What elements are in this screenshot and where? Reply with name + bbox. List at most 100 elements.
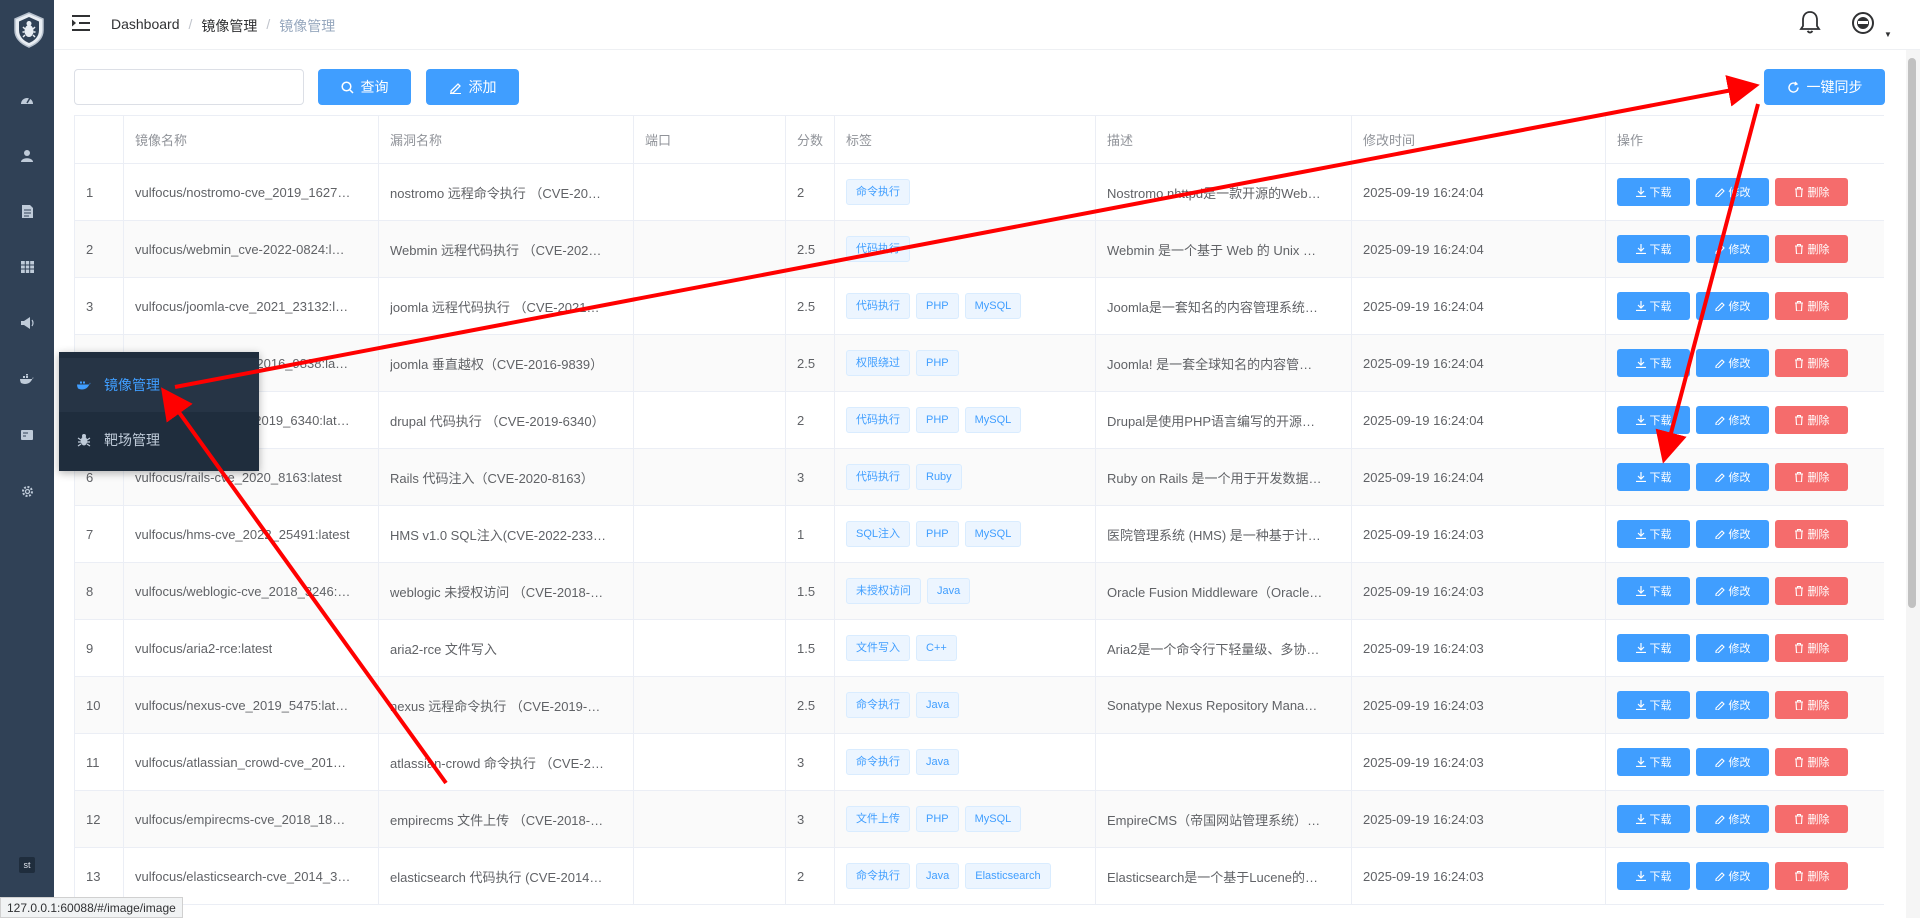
chevron-down-icon[interactable]: ▼ (1884, 30, 1892, 39)
delete-button[interactable]: 删除 (1775, 463, 1848, 491)
download-icon (1635, 586, 1646, 596)
sidebar-bottom-badge[interactable]: st (19, 857, 35, 873)
table-row[interactable]: 4vulfocus/joomla-cve_2016_9838:la…joomla… (74, 335, 1884, 392)
time-cell: 2025-09-19 16:24:03 (1351, 848, 1605, 904)
edit-button[interactable]: 修改 (1696, 748, 1769, 776)
user-icon[interactable] (17, 145, 37, 165)
delete-button[interactable]: 删除 (1775, 520, 1848, 548)
download-button[interactable]: 下载 (1617, 235, 1690, 263)
row-index: 12 (86, 811, 101, 827)
edit-button[interactable]: 修改 (1696, 292, 1769, 320)
bug-icon (77, 434, 91, 447)
delete-button[interactable]: 删除 (1775, 862, 1848, 890)
download-icon (1635, 187, 1646, 197)
docker-icon[interactable] (17, 369, 37, 389)
edit-button[interactable]: 修改 (1696, 691, 1769, 719)
edit-button[interactable]: 修改 (1696, 577, 1769, 605)
avatar-icon[interactable] (1851, 11, 1875, 35)
download-button-label: 下载 (1649, 871, 1672, 883)
edit-button[interactable]: 修改 (1696, 634, 1769, 662)
download-button[interactable]: 下载 (1617, 577, 1690, 605)
delete-button[interactable]: 删除 (1775, 634, 1848, 662)
breadcrumb-image-mgmt[interactable]: 镜像管理 (201, 16, 257, 36)
actions-cell: 下载 修改 删除 (1605, 221, 1884, 277)
top-navbar: Dashboard / 镜像管理 / 镜像管理 ▼ (54, 0, 1920, 50)
download-button[interactable]: 下载 (1617, 634, 1690, 662)
download-button[interactable]: 下载 (1617, 349, 1690, 377)
delete-button[interactable]: 删除 (1775, 292, 1848, 320)
edit-button[interactable]: 修改 (1696, 862, 1769, 890)
edit-button[interactable]: 修改 (1696, 805, 1769, 833)
edit-button[interactable]: 修改 (1696, 520, 1769, 548)
table-row[interactable]: 3 vulfocus/joomla-cve_2021_23132:l… joomla… (74, 278, 1884, 335)
tags-cell: 未授权访问 Java (834, 563, 1095, 619)
download-button[interactable]: 下载 (1617, 805, 1690, 833)
download-icon (1635, 529, 1646, 539)
page-scrollbar-thumb[interactable] (1908, 58, 1916, 608)
query-button-label: 查询 (360, 79, 389, 95)
edit-button[interactable]: 修改 (1696, 349, 1769, 377)
delete-button-label: 删除 (1807, 643, 1830, 655)
delete-button[interactable]: 删除 (1775, 805, 1848, 833)
add-button[interactable]: 添加 (426, 69, 519, 105)
edit-button[interactable]: 修改 (1696, 463, 1769, 491)
table-row[interactable]: 2 vulfocus/webmin_cve-2022-0824:l… Webmin … (74, 221, 1884, 278)
delete-button[interactable]: 删除 (1775, 178, 1848, 206)
table-row[interactable]: 7 vulfocus/hms-cve_2022_25491:latest HMS v… (74, 506, 1884, 563)
vuln-cell: drupal 代码执行 （CVE-2019-6340） (378, 392, 633, 448)
delete-button[interactable]: 删除 (1775, 406, 1848, 434)
download-button[interactable]: 下载 (1617, 691, 1690, 719)
download-button[interactable]: 下载 (1617, 520, 1690, 548)
table-row[interactable]: 12 vulfocus/empirecms-cve_2018_18… empirec… (74, 791, 1884, 848)
table-icon[interactable] (17, 257, 37, 277)
edit-button[interactable]: 修改 (1696, 235, 1769, 263)
delete-button[interactable]: 删除 (1775, 349, 1848, 377)
edit-button[interactable]: 修改 (1696, 406, 1769, 434)
tag-badge: MySQL (964, 806, 1022, 832)
bell-icon[interactable] (1798, 10, 1822, 36)
table-row[interactable]: 13 vulfocus/elasticsearch-cve_2014_3… elas… (74, 848, 1884, 905)
actions-cell: 下载 修改 删除 (1605, 392, 1884, 448)
sync-button[interactable]: 一键同步 (1764, 69, 1885, 105)
document-icon[interactable] (17, 201, 37, 221)
submenu-item-range-mgmt[interactable]: 靶场管理 (59, 413, 259, 467)
breadcrumb-dashboard[interactable]: Dashboard (111, 16, 180, 36)
megaphone-icon[interactable] (17, 313, 37, 333)
query-button[interactable]: 查询 (318, 69, 411, 105)
download-button[interactable]: 下载 (1617, 406, 1690, 434)
download-button[interactable]: 下载 (1617, 862, 1690, 890)
table-row[interactable]: 9 vulfocus/aria2-rce:latest aria2-rce 文件写入… (74, 620, 1884, 677)
actions-cell: 下载 修改 删除 (1605, 620, 1884, 676)
table-row[interactable]: 10 vulfocus/nexus-cve_2019_5475:lat… nexus… (74, 677, 1884, 734)
table-row[interactable]: 6 vulfocus/rails-cve_2020_8163:latest Rail… (74, 449, 1884, 506)
download-button[interactable]: 下载 (1617, 178, 1690, 206)
desc-text: Ruby on Rails 是一个用于开发数据… (1107, 470, 1322, 486)
table-row[interactable]: 5vulfocus/drupal-cve_2019_6340:lat…drupa… (74, 392, 1884, 449)
delete-button[interactable]: 删除 (1775, 691, 1848, 719)
table-row[interactable]: 1 vulfocus/nostromo-cve_2019_1627… nostrom… (74, 164, 1884, 221)
image-cell: vulfocus/nexus-cve_2019_5475:lat… (123, 677, 378, 733)
delete-button-label: 删除 (1807, 472, 1830, 484)
delete-button[interactable]: 删除 (1775, 748, 1848, 776)
score-text: 1 (797, 526, 805, 542)
delete-button-label: 删除 (1807, 415, 1830, 427)
gear-icon[interactable] (17, 481, 37, 501)
vuln-cell: empirecms 文件上传 （CVE-2018-… (378, 791, 633, 847)
hamburger-menu-icon[interactable] (72, 15, 90, 31)
download-button-label: 下载 (1649, 415, 1672, 427)
row-index: 11 (86, 754, 100, 770)
download-button[interactable]: 下载 (1617, 463, 1690, 491)
dashboard-icon[interactable] (17, 89, 37, 109)
download-button[interactable]: 下载 (1617, 292, 1690, 320)
score-cell: 1.5 (785, 563, 834, 619)
submenu-item-image-mgmt[interactable]: 镜像管理 (59, 358, 259, 412)
search-input[interactable] (74, 69, 304, 105)
table-row[interactable]: 8 vulfocus/weblogic-cve_2018_3246:… weblog… (74, 563, 1884, 620)
table-row[interactable]: 11 vulfocus/atlassian_crowd-cve_201… atlas… (74, 734, 1884, 791)
edit-button[interactable]: 修改 (1696, 178, 1769, 206)
download-button[interactable]: 下载 (1617, 748, 1690, 776)
bug-shield-logo-icon[interactable] (13, 12, 45, 48)
card-icon[interactable] (17, 425, 37, 445)
delete-button[interactable]: 删除 (1775, 577, 1848, 605)
delete-button[interactable]: 删除 (1775, 235, 1848, 263)
